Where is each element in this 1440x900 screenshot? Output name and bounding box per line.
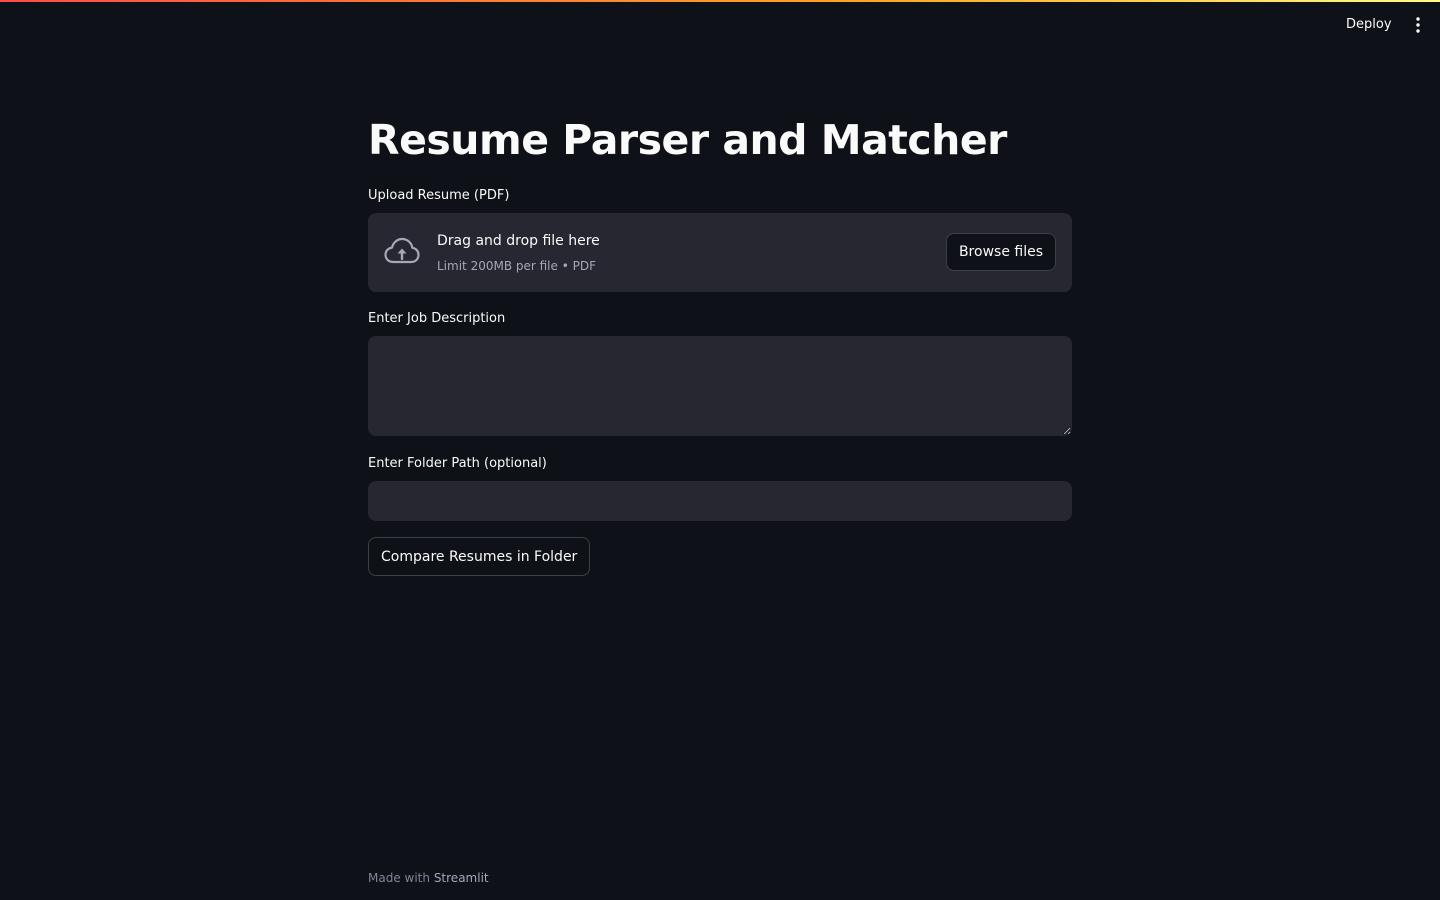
app-header: Deploy bbox=[0, 2, 1440, 46]
browse-files-button[interactable]: Browse files bbox=[945, 233, 1056, 271]
upload-resume-label: Upload Resume (PDF) bbox=[368, 188, 510, 203]
streamlit-link[interactable]: Streamlit bbox=[434, 871, 489, 885]
main-menu-button[interactable] bbox=[1406, 13, 1430, 37]
deploy-button[interactable]: Deploy bbox=[1336, 13, 1402, 37]
footer-prefix: Made with bbox=[368, 871, 430, 885]
folder-path-label: Enter Folder Path (optional) bbox=[368, 456, 547, 471]
page-title: Resume Parser and Matcher bbox=[368, 116, 1007, 164]
vertical-ellipsis-icon bbox=[1416, 17, 1420, 33]
dropzone-title: Drag and drop file here bbox=[437, 233, 600, 249]
job-description-label: Enter Job Description bbox=[368, 311, 506, 326]
file-dropzone[interactable]: Drag and drop file here Limit 200MB per … bbox=[368, 213, 1072, 292]
compare-resumes-button[interactable]: Compare Resumes in Folder bbox=[368, 537, 591, 576]
dropzone-limit-text: Limit 200MB per file • PDF bbox=[437, 259, 596, 273]
footer: Made with Streamlit bbox=[368, 871, 489, 885]
job-description-textarea[interactable] bbox=[368, 336, 1072, 436]
cloud-upload-icon bbox=[384, 237, 420, 264]
folder-path-input[interactable] bbox=[368, 481, 1072, 521]
